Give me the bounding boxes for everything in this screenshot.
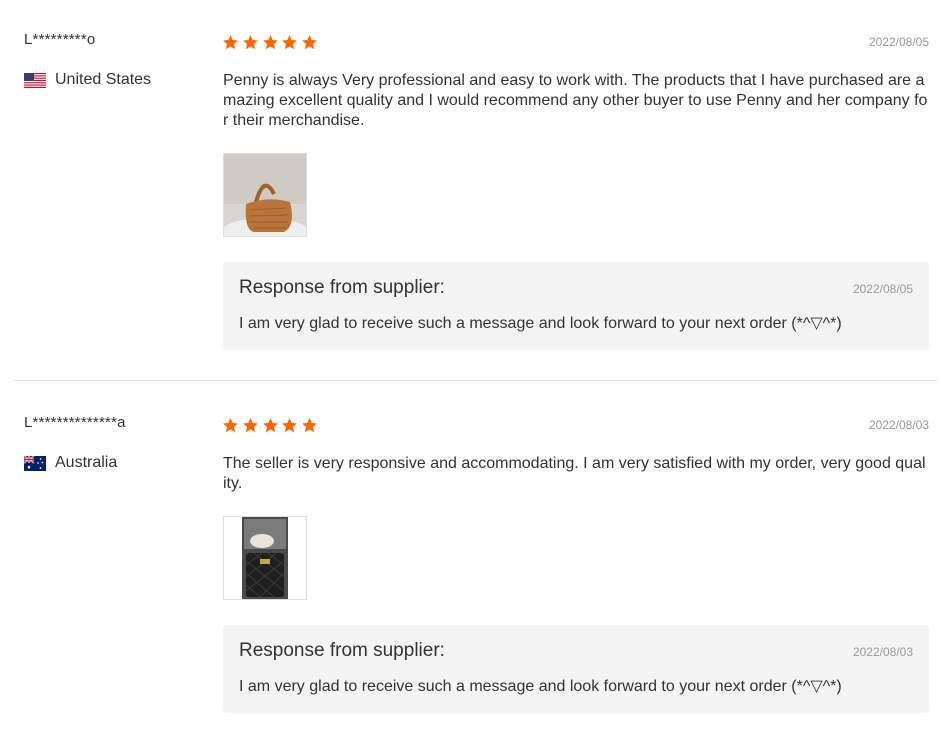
review-date: 2022/08/05 [868, 35, 929, 49]
review-text: Penny is always Very professional and ea… [223, 72, 928, 129]
quilted-bag-photo-icon [224, 517, 306, 599]
review-card: L**************a Australia 2022/08/03 Th… [0, 381, 941, 737]
reviewer-country: United States [24, 71, 151, 89]
supplier-response: Response from supplier: 2022/08/05 I am … [223, 262, 929, 350]
review-photo[interactable] [223, 516, 307, 600]
response-date: 2022/08/05 [852, 282, 913, 296]
star-icon [242, 418, 258, 433]
response-text: I am very glad to receive such a message… [239, 315, 842, 332]
star-icon [302, 35, 318, 50]
star-icon [223, 35, 238, 50]
star-icon [223, 418, 238, 433]
handbag-photo-icon [224, 154, 306, 236]
star-rating [222, 417, 321, 434]
review-text: The seller is very responsive and accomm… [223, 455, 926, 492]
star-icon [262, 418, 278, 433]
star-icon [282, 418, 298, 433]
response-date: 2022/08/03 [852, 645, 913, 659]
response-title: Response from supplier: [239, 277, 445, 298]
star-icon [282, 35, 298, 50]
star-icon [302, 418, 318, 433]
response-text: I am very glad to receive such a message… [239, 678, 842, 695]
review-date: 2022/08/03 [868, 418, 929, 432]
response-title: Response from supplier: [239, 640, 445, 661]
review-photo[interactable] [223, 153, 307, 237]
star-icon [262, 35, 278, 50]
review-card: L*********o United States 2022/08/05 Pen… [0, 0, 941, 381]
supplier-response: Response from supplier: 2022/08/03 I am … [223, 625, 929, 713]
reviewer-country: Australia [23, 454, 118, 472]
star-rating [222, 34, 321, 51]
reviewer-name: L*********o [24, 31, 96, 48]
country-label: United States [55, 71, 152, 88]
country-label: Australia [55, 454, 118, 471]
us-flag-icon [24, 72, 46, 88]
reviewer-name: L**************a [24, 414, 126, 431]
star-icon [242, 35, 258, 50]
au-flag-icon [23, 454, 46, 471]
